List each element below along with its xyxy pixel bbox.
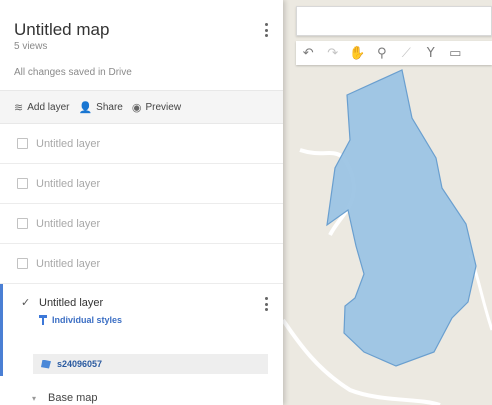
add-layer-label: Add layer <box>27 101 70 113</box>
layer-item[interactable]: Untitled layer <box>0 204 283 244</box>
map-search-box[interactable] <box>296 6 492 36</box>
feature-name: s24096057 <box>57 359 103 369</box>
checkmark-icon[interactable]: ✓ <box>21 296 33 309</box>
style-label: Individual styles <box>52 315 123 325</box>
map-title[interactable]: Untitled map <box>14 20 283 40</box>
panel-header: Untitled map 5 views All changes saved i… <box>0 0 283 90</box>
layer-name[interactable]: Untitled layer <box>36 138 100 150</box>
add-marker-icon[interactable]: ⚲ <box>370 41 395 65</box>
active-layer-name[interactable]: Untitled layer <box>39 297 103 309</box>
map-side-panel: Untitled map 5 views All changes saved i… <box>0 0 283 405</box>
layer-name[interactable]: Untitled layer <box>36 178 100 190</box>
layer-visibility-checkbox[interactable] <box>17 178 28 189</box>
paint-roller-icon <box>39 315 47 325</box>
base-map-label: Base map <box>48 392 98 404</box>
undo-icon[interactable]: ↶ <box>296 41 321 65</box>
add-person-icon: 👤 <box>78 100 93 114</box>
layer-visibility-checkbox[interactable] <box>17 218 28 229</box>
base-map-item[interactable]: ▾ Base map <box>0 388 283 405</box>
panel-actions-bar: ≋ Add layer 👤 Share ◉ Preview <box>0 90 283 124</box>
preview-button[interactable]: ◉ Preview <box>132 101 181 114</box>
feature-item[interactable]: s24096057 <box>33 354 268 374</box>
eye-icon: ◉ <box>131 100 142 114</box>
layer-item[interactable]: Untitled layer <box>0 244 283 284</box>
layer-name[interactable]: Untitled layer <box>36 258 100 270</box>
share-label: Share <box>96 101 123 113</box>
layer-visibility-checkbox[interactable] <box>17 138 28 149</box>
share-button[interactable]: 👤 Share <box>78 101 122 114</box>
add-layer-icon: ≋ <box>14 100 24 114</box>
layer-options-menu-icon[interactable] <box>263 296 269 313</box>
layer-item[interactable]: Untitled layer <box>0 164 283 204</box>
chevron-down-icon[interactable]: ▾ <box>32 394 36 403</box>
preview-label: Preview <box>145 101 182 113</box>
redo-icon[interactable]: ↷ <box>321 41 346 65</box>
map-toolbar: ↶ ↷ ✋ ⚲ ⟋ Y ▭ <box>296 41 492 65</box>
save-status: All changes saved in Drive <box>14 67 132 78</box>
map-polygon[interactable] <box>326 69 477 367</box>
add-layer-button[interactable]: ≋ Add layer <box>14 101 69 114</box>
draw-line-icon[interactable]: ⟋ <box>394 41 419 65</box>
view-count: 5 views <box>14 41 48 52</box>
pan-hand-icon[interactable]: ✋ <box>345 41 370 65</box>
layer-name[interactable]: Untitled layer <box>36 218 100 230</box>
map-options-menu-icon[interactable] <box>263 22 269 39</box>
active-layer-item[interactable]: ✓ Untitled layer Individual styles s2409… <box>0 284 283 376</box>
individual-styles-link[interactable]: Individual styles <box>39 315 283 325</box>
polygon-icon <box>41 359 51 369</box>
layer-visibility-checkbox[interactable] <box>17 258 28 269</box>
layer-item[interactable]: Untitled layer <box>0 124 283 164</box>
route-icon[interactable]: Y <box>419 41 444 65</box>
ruler-icon[interactable]: ▭ <box>443 41 468 65</box>
